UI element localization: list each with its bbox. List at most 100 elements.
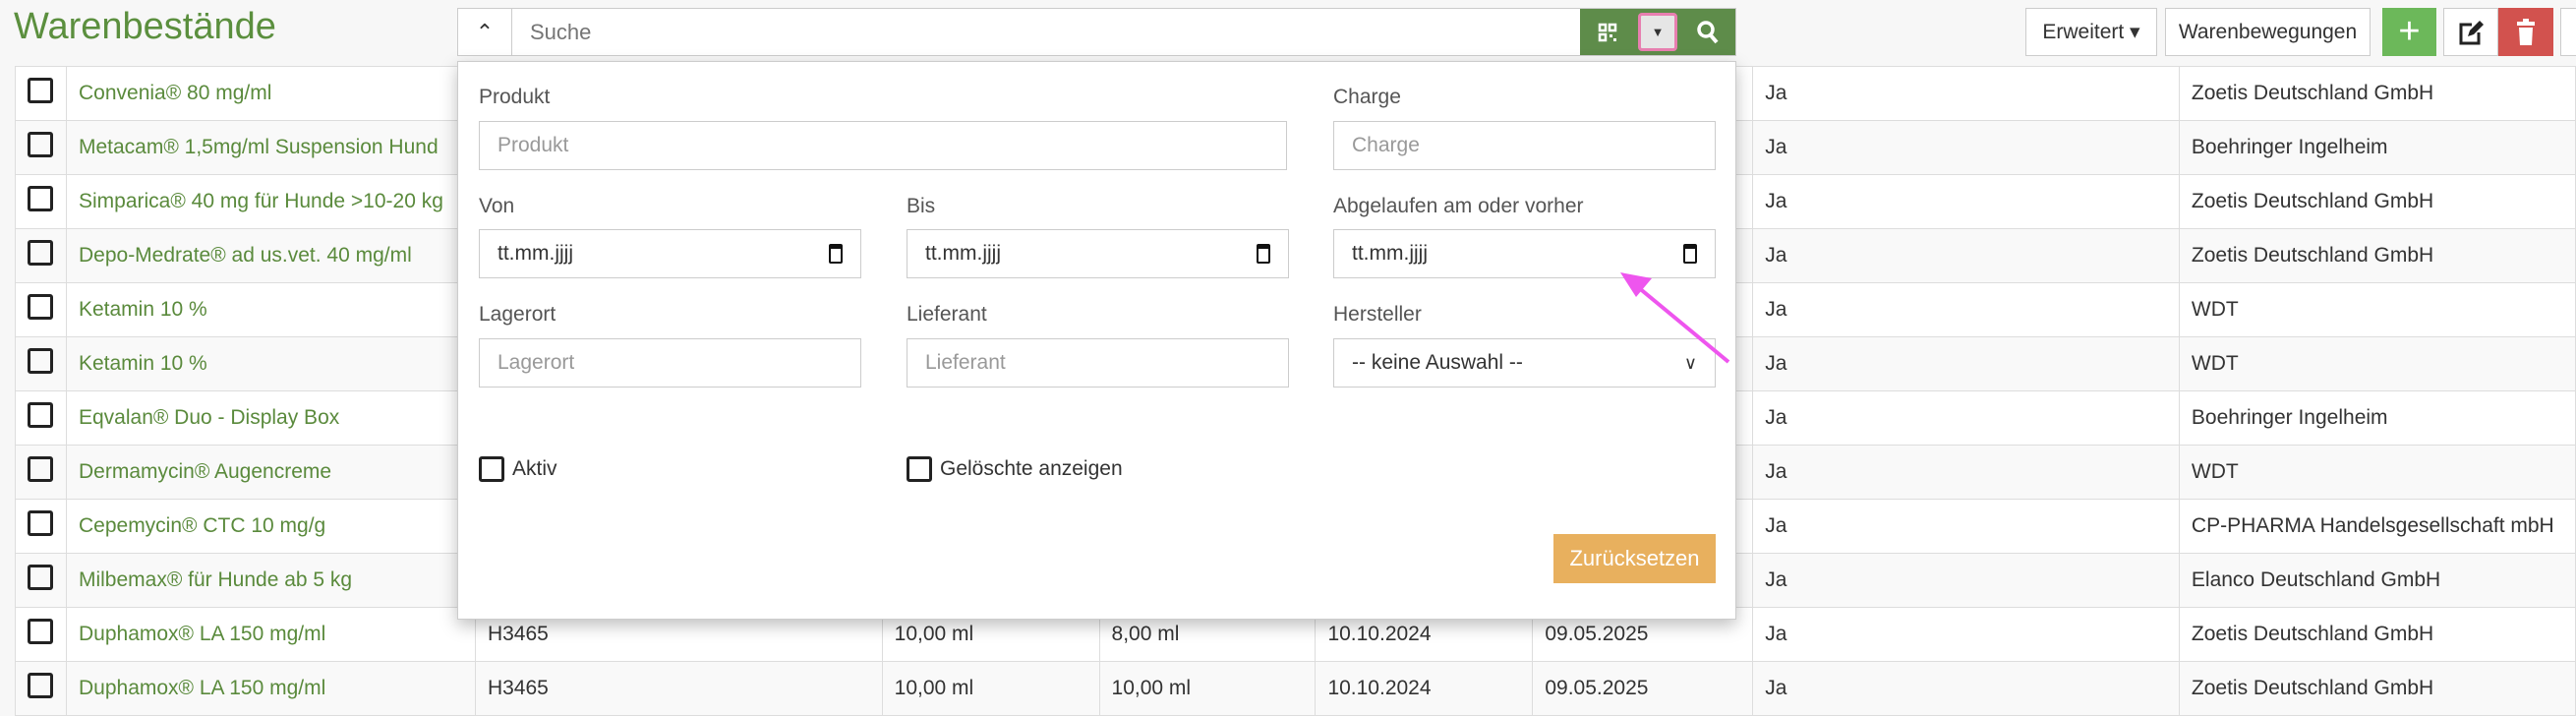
cell-hersteller: Boehringer Ingelheim: [2178, 120, 2576, 175]
charge-input[interactable]: Charge: [1333, 121, 1716, 170]
product-link[interactable]: Eqvalan® Duo - Display Box: [79, 406, 339, 429]
cell-hersteller: Zoetis Deutschland GmbH: [2178, 174, 2576, 229]
cell-name: Simparica® 40 mg für Hunde >10-20 kg: [65, 174, 476, 229]
checkbox-box[interactable]: [907, 456, 932, 482]
cell-hersteller: Zoetis Deutschland GmbH: [2178, 66, 2576, 121]
row-checkbox[interactable]: [28, 240, 54, 266]
cell-aktiv: Ja: [1752, 120, 2180, 175]
row-select-cell: [15, 174, 67, 229]
row-select-cell: [15, 336, 67, 391]
cell-aktiv: Ja: [1752, 607, 2180, 662]
product-link[interactable]: Metacam® 1,5mg/ml Suspension Hund: [79, 136, 439, 158]
row-select-cell: [15, 661, 67, 716]
add-button[interactable]: +: [2382, 8, 2436, 56]
abgelaufen-date-value: tt.mm.jjjj: [1352, 242, 1428, 265]
hersteller-value: -- keine Auswahl --: [1352, 351, 1523, 374]
von-date-input[interactable]: tt.mm.jjjj: [479, 229, 861, 278]
cell-name: Dermamycin® Augencreme: [65, 445, 476, 500]
calendar-icon[interactable]: [1257, 244, 1270, 264]
stock-movements-button[interactable]: Warenbewegungen: [2165, 8, 2371, 56]
product-link[interactable]: Cepemycin® CTC 10 mg/g: [79, 514, 325, 537]
cell-name: Duphamox® LA 150 mg/ml: [65, 661, 476, 716]
aktiv-checkbox[interactable]: Aktiv: [479, 456, 557, 482]
cell-ablauf: 09.05.2025: [1532, 661, 1754, 716]
page-title: Warenbestände: [14, 6, 276, 47]
product-link[interactable]: Depo-Medrate® ad us.vet. 40 mg/ml: [79, 244, 412, 267]
show-deleted-checkbox[interactable]: Gelöschte anzeigen: [907, 456, 1123, 482]
qr-scan-button[interactable]: [1580, 9, 1635, 55]
row-select-cell: [15, 499, 67, 554]
cell-hersteller: Elanco Deutschland GmbH: [2178, 553, 2576, 608]
cell-aktiv: Ja: [1752, 282, 2180, 337]
edit-icon: [2459, 20, 2484, 44]
product-link[interactable]: Duphamox® LA 150 mg/ml: [79, 677, 325, 699]
search-button[interactable]: [1680, 9, 1735, 55]
cell-menge: 10,00 ml: [881, 661, 1100, 716]
row-checkbox[interactable]: [28, 132, 54, 157]
edit-button[interactable]: [2443, 8, 2498, 56]
calendar-icon[interactable]: [829, 244, 843, 264]
cell-aktiv: Ja: [1752, 499, 2180, 554]
lieferant-label: Lieferant: [907, 303, 987, 326]
cell-datum: 10.10.2024: [1315, 661, 1534, 716]
product-link[interactable]: Duphamox® LA 150 mg/ml: [79, 623, 325, 645]
more-button[interactable]: [2560, 8, 2576, 56]
product-link[interactable]: Simparica® 40 mg für Hunde >10-20 kg: [79, 190, 443, 212]
bis-date-input[interactable]: tt.mm.jjjj: [907, 229, 1289, 278]
plus-icon: +: [2398, 11, 2421, 52]
row-select-cell: [15, 282, 67, 337]
row-select-cell: [15, 553, 67, 608]
bis-date-value: tt.mm.jjjj: [925, 242, 1001, 265]
produkt-input[interactable]: Produkt: [479, 121, 1287, 170]
search-icon: [1697, 20, 1719, 43]
row-select-cell: [15, 607, 67, 662]
row-checkbox[interactable]: [28, 348, 54, 374]
cell-hersteller: Zoetis Deutschland GmbH: [2178, 607, 2576, 662]
trash-icon: [2517, 18, 2535, 45]
product-link[interactable]: Ketamin 10 %: [79, 352, 207, 375]
filter-dropdown-button[interactable]: ▼: [1635, 9, 1680, 55]
row-checkbox[interactable]: [28, 294, 54, 320]
von-label: Von: [479, 195, 515, 217]
product-link[interactable]: Convenia® 80 mg/ml: [79, 82, 271, 104]
search-input[interactable]: [512, 9, 1580, 55]
lagerort-input[interactable]: Lagerort: [479, 338, 861, 388]
cell-name: Duphamox® LA 150 mg/ml: [65, 607, 476, 662]
cell-name: Milbemax® für Hunde ab 5 kg: [65, 553, 476, 608]
abgelaufen-label: Abgelaufen am oder vorher: [1333, 195, 1584, 217]
row-checkbox[interactable]: [28, 510, 54, 536]
calendar-icon[interactable]: [1683, 244, 1697, 264]
cell-name: Depo-Medrate® ad us.vet. 40 mg/ml: [65, 228, 476, 283]
product-link[interactable]: Milbemax® für Hunde ab 5 kg: [79, 568, 352, 591]
product-link[interactable]: Dermamycin® Augencreme: [79, 460, 331, 483]
cell-hersteller: Zoetis Deutschland GmbH: [2178, 228, 2576, 283]
cell-name: Cepemycin® CTC 10 mg/g: [65, 499, 476, 554]
row-checkbox[interactable]: [28, 402, 54, 428]
row-checkbox[interactable]: [28, 619, 54, 644]
aktiv-label: Aktiv: [512, 457, 557, 480]
advanced-dropdown-button[interactable]: Erweitert ▾: [2025, 8, 2157, 56]
row-checkbox[interactable]: [28, 673, 54, 698]
row-checkbox[interactable]: [28, 186, 54, 211]
collapse-filter-button[interactable]: ⌃: [458, 9, 512, 55]
cell-name: Ketamin 10 %: [65, 282, 476, 337]
cell-aktiv: Ja: [1752, 661, 2180, 716]
cell-hersteller: WDT: [2178, 445, 2576, 500]
hersteller-select[interactable]: -- keine Auswahl -- ∨: [1333, 338, 1716, 388]
row-checkbox[interactable]: [28, 78, 54, 103]
checkbox-box[interactable]: [479, 456, 504, 482]
row-checkbox[interactable]: [28, 565, 54, 590]
cell-hersteller: Boehringer Ingelheim: [2178, 390, 2576, 446]
delete-button[interactable]: [2498, 8, 2553, 56]
product-link[interactable]: Ketamin 10 %: [79, 298, 207, 321]
lieferant-input[interactable]: Lieferant: [907, 338, 1289, 388]
row-select-cell: [15, 228, 67, 283]
abgelaufen-date-input[interactable]: tt.mm.jjjj: [1333, 229, 1716, 278]
row-checkbox[interactable]: [28, 456, 54, 482]
cell-aktiv: Ja: [1752, 445, 2180, 500]
cell-hersteller: Zoetis Deutschland GmbH: [2178, 661, 2576, 716]
table-row[interactable]: Duphamox® LA 150 mg/ml H3465 10,00 ml 10,00…: [15, 661, 2576, 716]
row-select-cell: [15, 120, 67, 175]
von-date-value: tt.mm.jjjj: [498, 242, 573, 265]
reset-button[interactable]: Zurücksetzen: [1553, 534, 1716, 583]
